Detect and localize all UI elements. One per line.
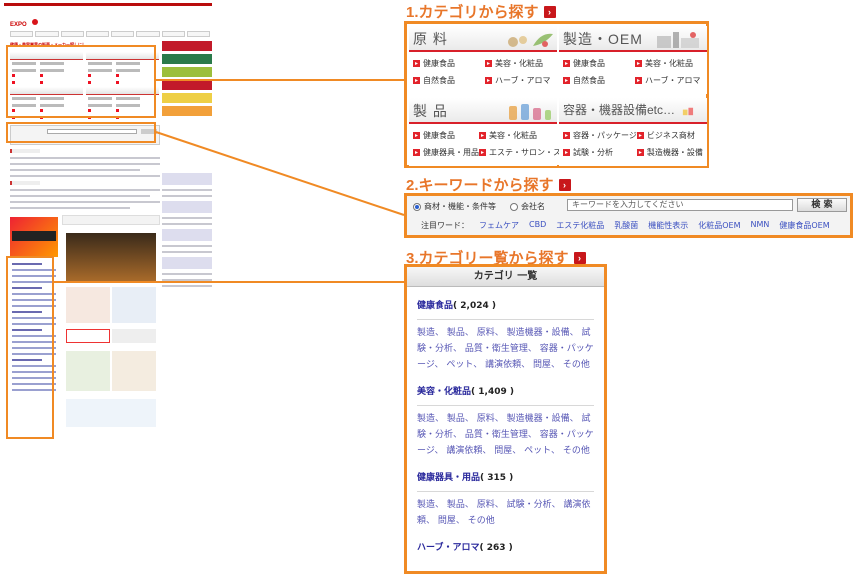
category-group-title[interactable]: 健康食品( 2,024 ) — [417, 298, 594, 320]
category-link[interactable]: 容器・パッケージ — [563, 130, 637, 141]
radio-company[interactable]: 会社名 — [510, 201, 545, 212]
arrow-bullet-icon — [485, 60, 492, 67]
arrow-bullet-icon — [563, 60, 570, 67]
category-group: 健康食品( 2,024 ) 製造、 製品、 原料、 製造機器・設備、 試験・分析… — [407, 298, 604, 373]
category-group-title[interactable]: ハーブ・アロマ( 263 ) — [417, 540, 594, 561]
category-group: 健康器具・用品( 315 ) 製造、 製品、 原料、 試験・分析、 講演依頼、 … — [407, 470, 604, 529]
arrow-bullet-icon — [636, 149, 644, 156]
category-link[interactable]: 美容・化粧品 — [479, 130, 569, 141]
category-link[interactable]: ビジネス商材 — [636, 130, 707, 141]
chevron-right-icon: › — [543, 5, 556, 18]
category-link[interactable]: 美容・化粧品 — [635, 58, 707, 69]
category-subcategories[interactable]: 製造、 製品、 原料、 製造機器・設備、 試験・分析、 品質・衛生管理、 容器・… — [417, 411, 594, 459]
radio-product[interactable]: 商材・機能・条件等 — [413, 201, 496, 212]
section2-heading: 2.キーワードから探す › — [406, 174, 571, 195]
category-title: 製造・OEM — [563, 31, 643, 47]
arrow-bullet-icon — [636, 132, 644, 139]
factory-illustration-icon — [657, 32, 699, 48]
category-group: 美容・化粧品( 1,409 ) 製造、 製品、 原料、 製造機器・設備、 試験・… — [407, 384, 604, 459]
chevron-right-icon: › — [558, 178, 571, 191]
featured-word-link[interactable]: 機能性表示 — [648, 220, 688, 231]
category-link[interactable]: 健康食品 — [413, 130, 479, 141]
category-link[interactable]: 自然食品 — [413, 75, 485, 86]
arrow-bullet-icon — [563, 77, 570, 84]
arrow-bullet-icon — [479, 132, 486, 139]
arrow-bullet-icon — [485, 77, 492, 84]
category-link[interactable]: エステ・サロン・スパ — [479, 147, 569, 158]
featured-word-link[interactable]: 化粧品OEM — [698, 220, 740, 231]
category-title: 原 料 — [413, 31, 448, 47]
category-link[interactable]: 健康食品 — [563, 58, 635, 69]
category-link[interactable]: 自然食品 — [563, 75, 635, 86]
featured-word-link[interactable]: エステ化粧品 — [556, 220, 604, 231]
featured-word-link[interactable]: NMN — [751, 220, 770, 231]
arrow-bullet-icon — [413, 60, 420, 67]
arrow-bullet-icon — [413, 77, 420, 84]
arrow-bullet-icon — [635, 77, 642, 84]
arrow-bullet-icon — [635, 60, 642, 67]
category-panel: 原 料 健康食品 美容・化粧品 自然食品 ハーブ・アロマ 製造・OEM — [404, 21, 709, 168]
arrow-bullet-icon — [479, 149, 486, 156]
leaf-illustration-icon — [508, 33, 553, 47]
category-link[interactable]: 試験・分析 — [563, 147, 637, 158]
keyword-input[interactable]: キーワードを入力してください — [567, 199, 793, 211]
containers-illustration-icon — [682, 107, 694, 116]
category-link[interactable]: 製造機器・設備 — [636, 147, 707, 158]
category-group: ハーブ・アロマ( 263 ) — [407, 540, 604, 561]
category-box-material: 原 料 健康食品 美容・化粧品 自然食品 ハーブ・アロマ — [409, 26, 557, 94]
search-button[interactable]: 検 索 — [797, 198, 847, 212]
section1-heading: 1.カテゴリから探す › — [406, 1, 556, 22]
arrow-bullet-icon — [413, 149, 420, 156]
category-box-product: 製 品 健康食品 美容・化粧品 健康器具・用品 エステ・サロン・スパ — [409, 98, 569, 166]
arrow-bullet-icon — [413, 132, 420, 139]
category-subcategories[interactable]: 製造、 製品、 原料、 試験・分析、 講演依頼、 問屋、 その他 — [417, 497, 594, 529]
category-box-equipment: 容器・機器設備etc… 容器・パッケージ ビジネス商材 試験・分析 製造機器・設… — [559, 98, 707, 166]
category-list-title: カテゴリ 一覧 — [407, 267, 604, 287]
featured-words-label: 注目ワード： — [421, 221, 469, 230]
category-group-title[interactable]: 美容・化粧品( 1,409 ) — [417, 384, 594, 406]
chevron-right-icon: › — [573, 251, 586, 264]
category-box-oem: 製造・OEM 健康食品 美容・化粧品 自然食品 ハーブ・アロマ — [559, 26, 707, 94]
featured-word-link[interactable]: 乳酸菌 — [614, 220, 638, 231]
bottles-illustration-icon — [509, 104, 551, 120]
arrow-bullet-icon — [563, 132, 570, 139]
category-link[interactable]: 美容・化粧品 — [485, 58, 557, 69]
section2-heading-text: 2.キーワードから探す — [406, 177, 554, 194]
radio-unchecked-icon — [510, 202, 518, 211]
section1-heading-text: 1.カテゴリから探す — [406, 4, 539, 21]
category-link[interactable]: 健康器具・用品 — [413, 147, 479, 158]
category-link[interactable]: ハーブ・アロマ — [635, 75, 707, 86]
radio-checked-icon — [413, 202, 421, 211]
featured-words: 注目ワード： フェムケア CBD エステ化粧品 乳酸菌 機能性表示 化粧品OEM… — [421, 220, 830, 231]
featured-word-link[interactable]: フェムケア — [479, 220, 519, 231]
keyword-search-panel: 商材・機能・条件等 会社名 キーワードを入力してください 検 索 注目ワード： … — [404, 193, 853, 238]
category-group-title[interactable]: 健康器具・用品( 315 ) — [417, 470, 594, 492]
category-link[interactable]: ハーブ・アロマ — [485, 75, 557, 86]
featured-word-link[interactable]: 健康食品OEM — [779, 220, 829, 231]
arrow-bullet-icon — [563, 149, 570, 156]
featured-word-link[interactable]: CBD — [529, 220, 546, 231]
category-title: 製 品 — [413, 103, 448, 119]
category-title: 容器・機器設備etc… — [563, 103, 676, 117]
category-list-panel: カテゴリ 一覧 健康食品( 2,024 ) 製造、 製品、 原料、 製造機器・設… — [404, 264, 607, 574]
category-link[interactable]: 健康食品 — [413, 58, 485, 69]
category-subcategories[interactable]: 製造、 製品、 原料、 製造機器・設備、 試験・分析、 品質・衛生管理、 容器・… — [417, 325, 594, 373]
